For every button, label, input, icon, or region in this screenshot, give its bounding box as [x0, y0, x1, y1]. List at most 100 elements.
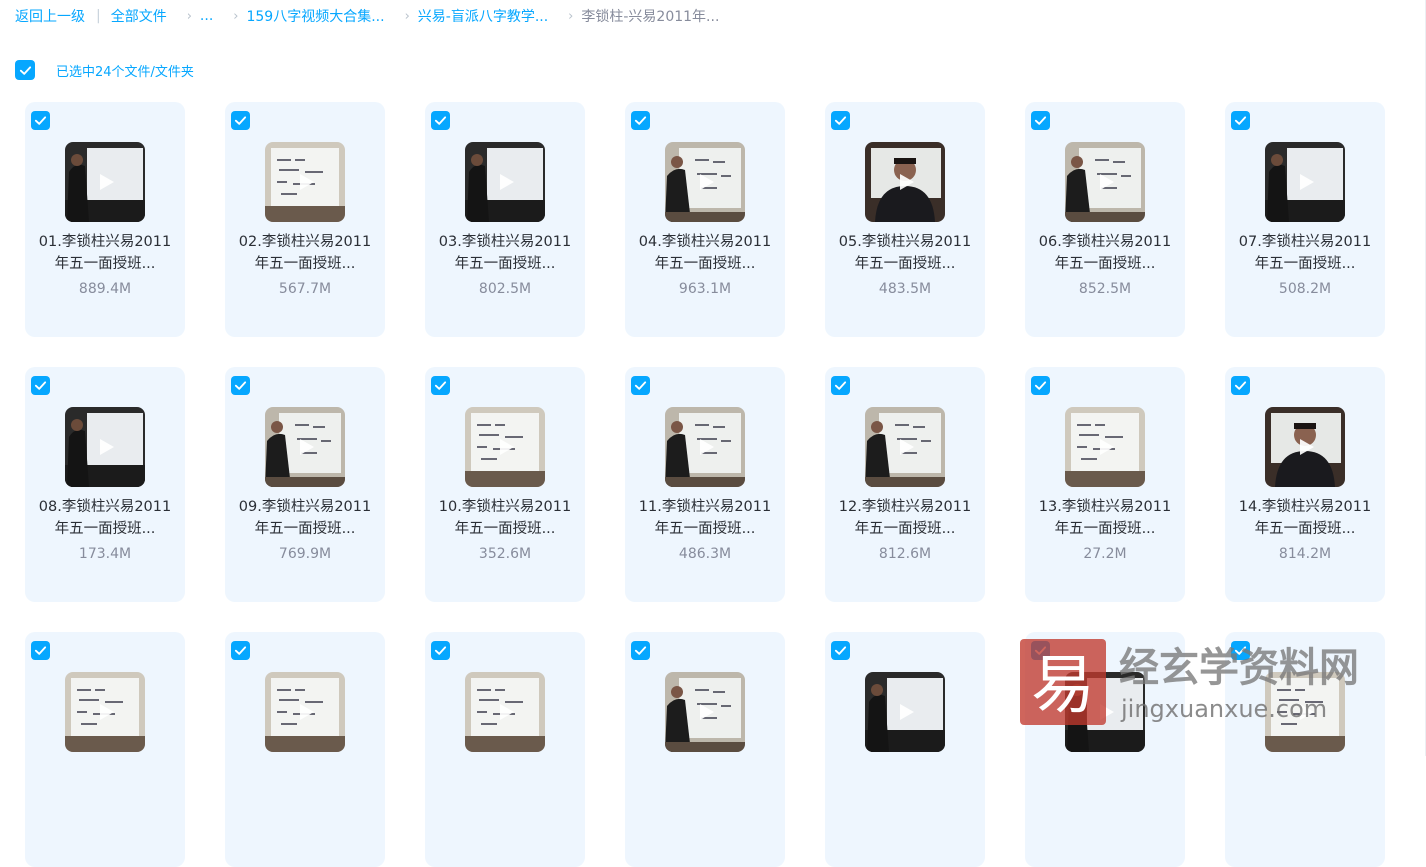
- play-icon: [1300, 439, 1314, 455]
- checkmark-icon: [434, 116, 447, 125]
- file-card[interactable]: 10.李锁柱兴易2011年五一面授班... 352.6M: [425, 367, 585, 602]
- play-icon: [700, 174, 714, 190]
- file-name: 03.李锁柱兴易2011年五一面授班...: [438, 234, 572, 272]
- video-thumbnail[interactable]: [465, 407, 545, 487]
- file-checkbox[interactable]: [631, 376, 650, 395]
- video-thumbnail[interactable]: [665, 142, 745, 222]
- file-card[interactable]: 06.李锁柱兴易2011年五一面授班... 852.5M: [1025, 102, 1185, 337]
- video-thumbnail[interactable]: [465, 142, 545, 222]
- file-name: 06.李锁柱兴易2011年五一面授班...: [1038, 234, 1172, 272]
- file-checkbox[interactable]: [631, 641, 650, 660]
- file-card[interactable]: [25, 632, 185, 867]
- breadcrumb-folder-1[interactable]: 159八字视频大合集...: [246, 6, 384, 26]
- video-thumbnail[interactable]: [865, 407, 945, 487]
- video-thumbnail[interactable]: [265, 672, 345, 752]
- file-card[interactable]: [625, 632, 785, 867]
- file-card[interactable]: 08.李锁柱兴易2011年五一面授班... 173.4M: [25, 367, 185, 602]
- checkmark-icon: [834, 646, 847, 655]
- file-size: 852.5M: [1078, 281, 1132, 297]
- video-thumbnail[interactable]: [865, 672, 945, 752]
- file-name: 12.李锁柱兴易2011年五一面授班...: [838, 499, 972, 537]
- file-card[interactable]: [425, 632, 585, 867]
- video-thumbnail[interactable]: [65, 142, 145, 222]
- file-card[interactable]: 13.李锁柱兴易2011年五一面授班... 27.2M: [1025, 367, 1185, 602]
- file-checkbox[interactable]: [31, 111, 50, 130]
- video-thumbnail[interactable]: [1265, 142, 1345, 222]
- file-card[interactable]: 04.李锁柱兴易2011年五一面授班... 963.1M: [625, 102, 785, 337]
- file-card[interactable]: 03.李锁柱兴易2011年五一面授班... 802.5M: [425, 102, 585, 337]
- chevron-right-icon: ›: [568, 8, 574, 24]
- file-checkbox[interactable]: [31, 641, 50, 660]
- file-checkbox[interactable]: [831, 376, 850, 395]
- play-icon: [100, 439, 114, 455]
- file-card[interactable]: 07.李锁柱兴易2011年五一面授班... 508.2M: [1225, 102, 1385, 337]
- file-card[interactable]: 01.李锁柱兴易2011年五一面授班... 889.4M: [25, 102, 185, 337]
- file-checkbox[interactable]: [431, 376, 450, 395]
- file-name: 10.李锁柱兴易2011年五一面授班...: [438, 499, 572, 537]
- file-checkbox[interactable]: [31, 376, 50, 395]
- file-name: 13.李锁柱兴易2011年五一面授班...: [1038, 499, 1172, 537]
- file-card[interactable]: [225, 632, 385, 867]
- file-card[interactable]: 05.李锁柱兴易2011年五一面授班... 483.5M: [825, 102, 985, 337]
- file-name: 01.李锁柱兴易2011年五一面授班...: [38, 234, 172, 272]
- video-thumbnail[interactable]: [1065, 142, 1145, 222]
- file-checkbox[interactable]: [1231, 376, 1250, 395]
- file-card[interactable]: 02.李锁柱兴易2011年五一面授班... 567.7M: [225, 102, 385, 337]
- all-files-link[interactable]: 全部文件: [111, 6, 167, 26]
- video-thumbnail[interactable]: [265, 407, 345, 487]
- watermark-logo: 易 经玄学资料网 jingxuanxue.com: [1020, 639, 1359, 725]
- breadcrumb-folder-2[interactable]: 兴易-盲派八字教学...: [418, 6, 548, 26]
- file-checkbox[interactable]: [231, 641, 250, 660]
- checkmark-icon: [1234, 116, 1247, 125]
- video-thumbnail[interactable]: [1065, 407, 1145, 487]
- video-thumbnail[interactable]: [865, 142, 945, 222]
- file-checkbox[interactable]: [631, 111, 650, 130]
- file-card[interactable]: 14.李锁柱兴易2011年五一面授班... 814.2M: [1225, 367, 1385, 602]
- video-thumbnail[interactable]: [265, 142, 345, 222]
- file-card[interactable]: 12.李锁柱兴易2011年五一面授班... 812.6M: [825, 367, 985, 602]
- play-icon: [700, 704, 714, 720]
- video-thumbnail[interactable]: [1265, 407, 1345, 487]
- file-checkbox[interactable]: [1031, 376, 1050, 395]
- file-checkbox[interactable]: [231, 376, 250, 395]
- checkmark-icon: [434, 646, 447, 655]
- checkmark-icon: [1034, 381, 1047, 390]
- select-all-checkbox[interactable]: [15, 60, 35, 80]
- video-thumbnail[interactable]: [465, 672, 545, 752]
- file-name: 05.李锁柱兴易2011年五一面授班...: [838, 234, 972, 272]
- breadcrumb-ellipsis[interactable]: ...: [200, 8, 213, 24]
- file-name: 08.李锁柱兴易2011年五一面授班...: [38, 499, 172, 537]
- chevron-right-icon: ›: [233, 8, 239, 24]
- play-icon: [500, 174, 514, 190]
- video-thumbnail[interactable]: [665, 672, 745, 752]
- checkmark-icon: [634, 381, 647, 390]
- play-icon: [900, 704, 914, 720]
- file-name: [35, 761, 175, 805]
- file-name: 09.李锁柱兴易2011年五一面授班...: [238, 499, 372, 537]
- file-checkbox[interactable]: [1031, 111, 1050, 130]
- file-card[interactable]: 09.李锁柱兴易2011年五一面授班... 769.9M: [225, 367, 385, 602]
- file-checkbox[interactable]: [431, 641, 450, 660]
- file-checkbox[interactable]: [1231, 111, 1250, 130]
- file-checkbox[interactable]: [231, 111, 250, 130]
- file-name: [1235, 761, 1375, 805]
- file-name: [435, 761, 575, 805]
- file-checkbox[interactable]: [831, 641, 850, 660]
- file-name: [235, 761, 375, 805]
- checkmark-icon: [34, 646, 47, 655]
- file-card[interactable]: 11.李锁柱兴易2011年五一面授班... 486.3M: [625, 367, 785, 602]
- file-size: 812.6M: [878, 546, 932, 562]
- video-thumbnail[interactable]: [65, 672, 145, 752]
- checkmark-icon: [434, 381, 447, 390]
- checkmark-icon: [1234, 381, 1247, 390]
- file-card[interactable]: [825, 632, 985, 867]
- play-icon: [700, 439, 714, 455]
- play-icon: [500, 439, 514, 455]
- file-name: [835, 761, 975, 805]
- file-checkbox[interactable]: [831, 111, 850, 130]
- back-link[interactable]: 返回上一级: [15, 6, 85, 26]
- checkmark-icon: [234, 116, 247, 125]
- video-thumbnail[interactable]: [65, 407, 145, 487]
- file-checkbox[interactable]: [431, 111, 450, 130]
- video-thumbnail[interactable]: [665, 407, 745, 487]
